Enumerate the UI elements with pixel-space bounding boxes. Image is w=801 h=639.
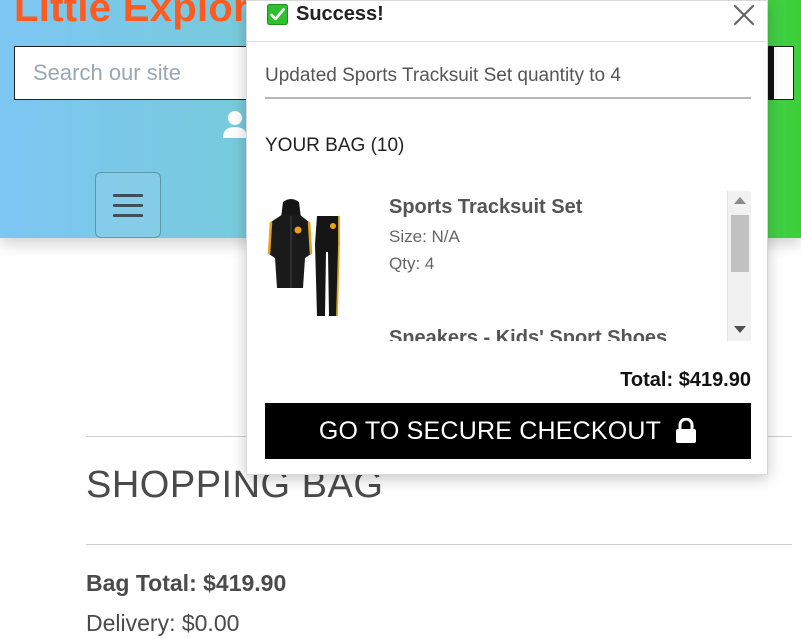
bag-total-amount: Total: $419.90 — [620, 369, 751, 391]
checkout-label: GO TO SECURE CHECKOUT — [318, 416, 662, 445]
delivery-cost: Delivery: $0.00 — [86, 610, 240, 636]
hamburger-line — [113, 203, 143, 207]
bag-total: Bag Total: $419.90 — [86, 570, 287, 596]
check-icon — [267, 4, 288, 25]
secure-checkout-button[interactable]: GO TO SECURE CHECKOUT — [265, 403, 751, 459]
product-image[interactable] — [265, 196, 343, 318]
scroll-thumb[interactable] — [731, 215, 749, 272]
hamburger-menu-button[interactable] — [95, 172, 161, 238]
scroll-up-arrow-icon[interactable] — [734, 197, 746, 204]
toast-title: Success! — [296, 3, 384, 25]
item-quantity: Qty: 4 — [389, 254, 435, 273]
hamburger-line — [113, 213, 143, 217]
hamburger-icon — [113, 193, 143, 197]
item-name[interactable]: Sports Tracksuit Set — [389, 196, 582, 219]
bag-count: YOUR BAG (10) — [265, 135, 405, 156]
toast-header: Success! — [247, 1, 767, 42]
toast-message: Updated Sports Tracksuit Set quantity to… — [265, 65, 751, 99]
search-placeholder: Search our site — [33, 60, 181, 85]
item-size: Size: N/A — [389, 227, 460, 246]
lock-icon — [676, 418, 697, 443]
scroll-down-arrow-icon[interactable] — [734, 326, 746, 333]
close-icon[interactable] — [731, 2, 757, 28]
divider-bottom — [86, 544, 792, 545]
bag-items-list[interactable]: Sports Tracksuit Set Size: N/A Qty: 4 Sn… — [265, 191, 751, 341]
success-toast: Success! Updated Sports Tracksuit Set qu… — [246, 0, 768, 475]
scrollbar[interactable] — [727, 191, 751, 341]
item-name[interactable]: Sneakers - Kids' Sport Shoes — [389, 327, 667, 341]
site-logo-text[interactable]: Little Explor — [14, 0, 249, 31]
user-icon[interactable] — [222, 110, 248, 138]
